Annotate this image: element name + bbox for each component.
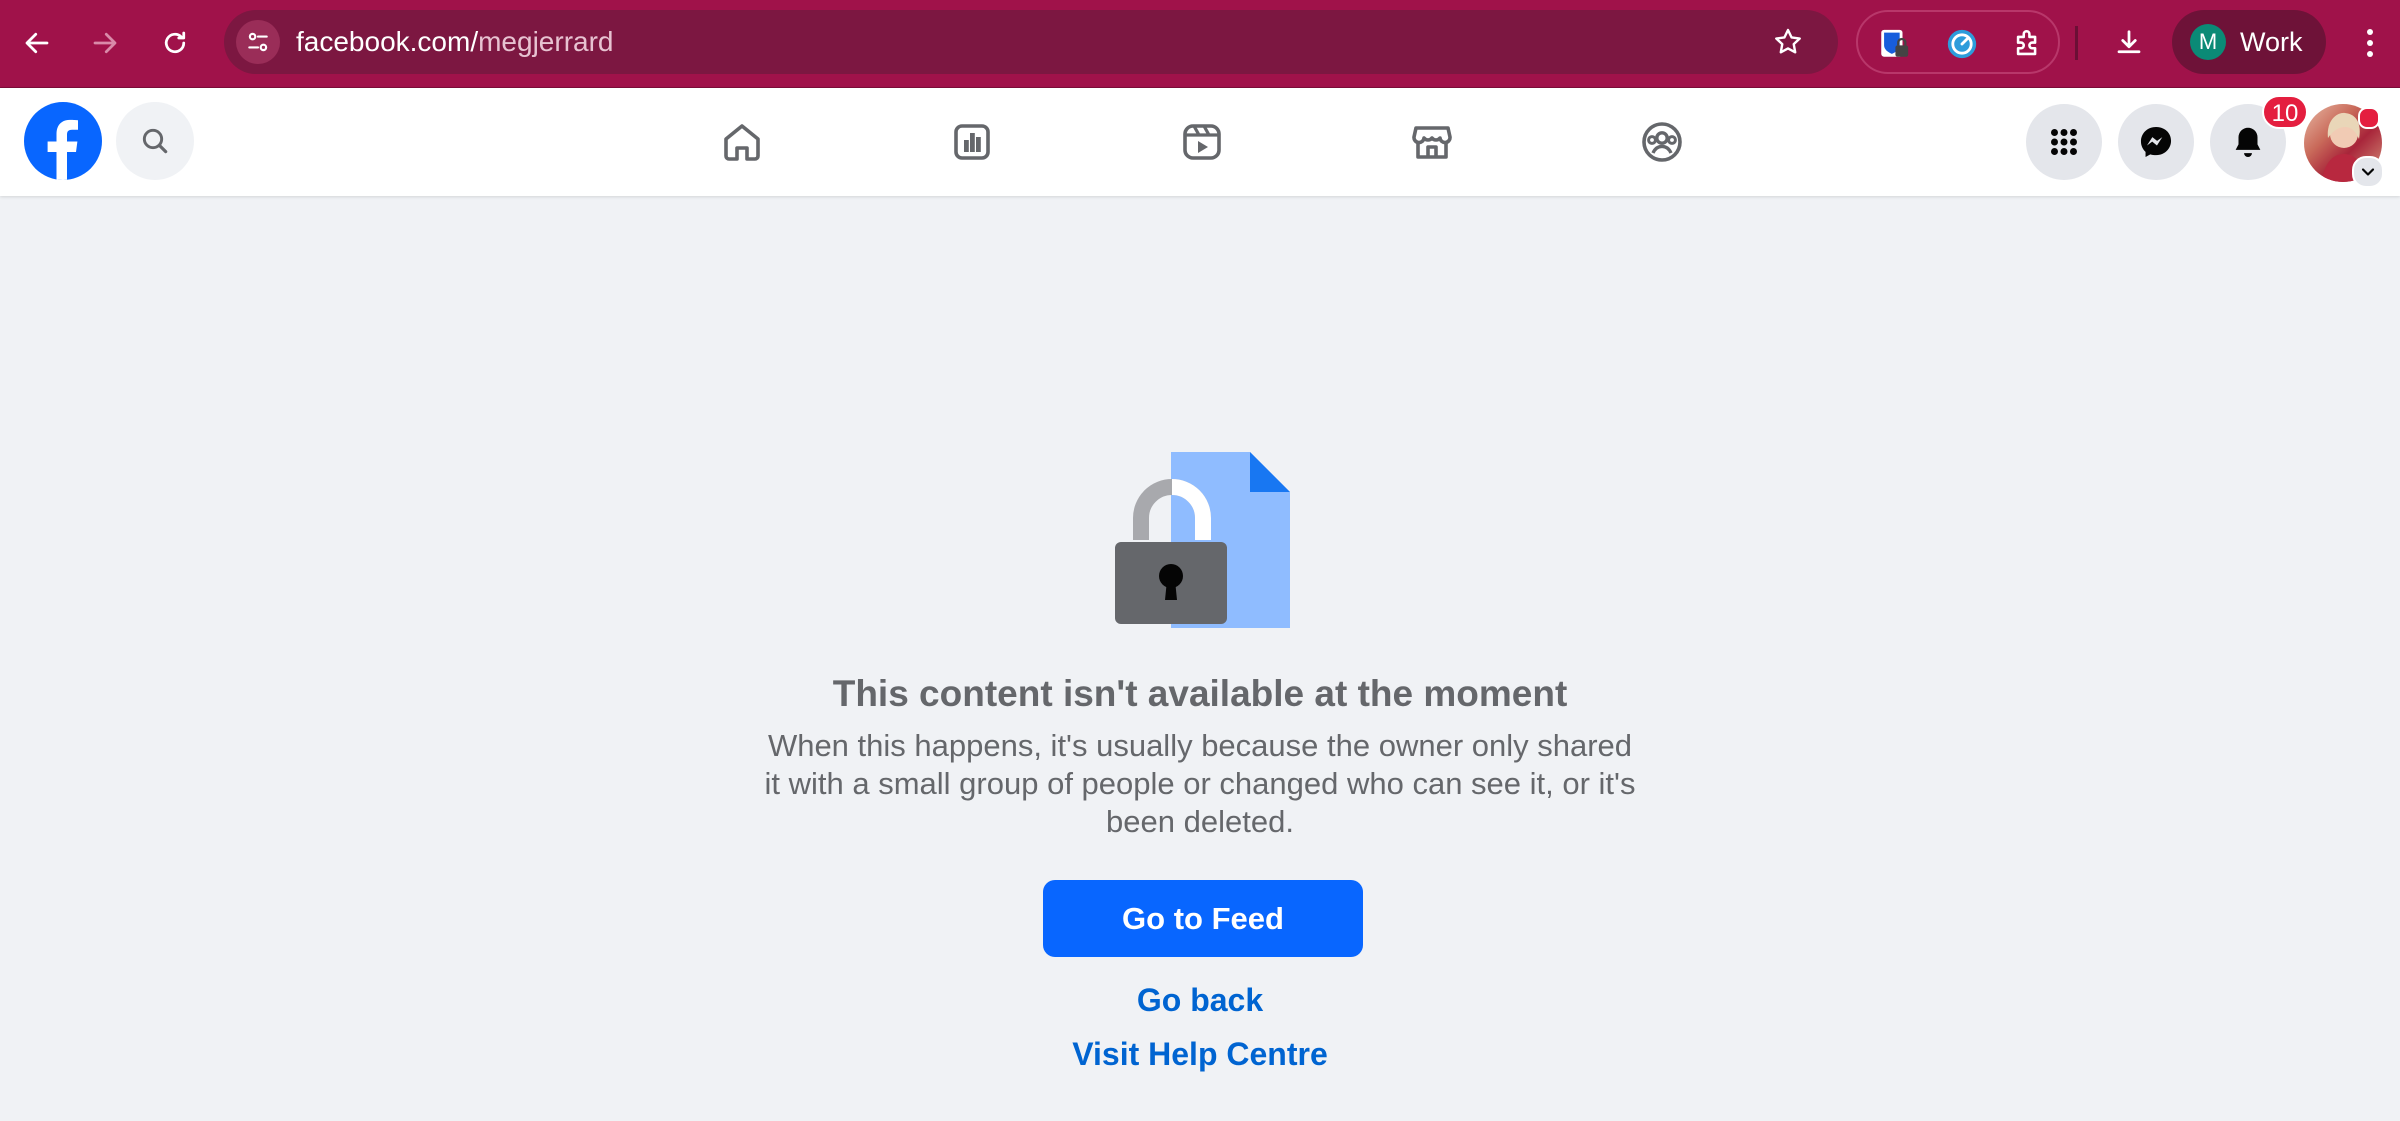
extensions-group [1856,10,2060,74]
help-centre-link[interactable]: Visit Help Centre [900,1034,1500,1074]
nav-dashboard[interactable] [932,108,1012,176]
browser-profile-button[interactable]: M Work [2172,10,2326,74]
groups-icon [1642,122,1682,162]
home-icon [724,124,760,161]
nav-home[interactable] [702,108,782,176]
error-description: When this happens, it's usually because … [764,728,1636,839]
chevron-down-icon[interactable] [2352,156,2384,188]
profile-avatar: M [2190,24,2226,60]
speed-extension-icon[interactable] [1942,24,1982,64]
search-button[interactable] [116,102,194,180]
site-settings-icon[interactable] [236,20,280,64]
search-icon [142,128,168,154]
downloads-button[interactable] [2106,20,2152,66]
profile-label: Work [2240,27,2303,57]
arrow-left-icon [25,32,49,54]
marketplace-icon [1412,126,1452,159]
browser-toolbar: facebook.com/megjerrard M Work [0,0,2400,88]
url-path: megjerrard [478,26,614,57]
facebook-logo-icon[interactable] [24,102,102,180]
go-to-feed-button[interactable]: Go to Feed [1043,880,1363,957]
dashboard-icon [954,124,990,160]
arrow-right-icon [93,32,117,54]
messenger-icon [2140,126,2172,158]
bell-icon [2235,127,2261,158]
notification-count-badge: 10 [2262,95,2308,129]
reload-icon [164,31,186,54]
nav-groups[interactable] [1622,108,1702,176]
url-domain: facebook.com/ [296,26,479,57]
forward-button[interactable] [82,20,128,66]
menu-button[interactable] [2026,104,2102,180]
bookmark-star-icon[interactable] [1770,24,1806,60]
url-text[interactable]: facebook.com/megjerrard [296,26,614,58]
nav-video[interactable] [1162,108,1242,176]
address-bar[interactable]: facebook.com/megjerrard [224,10,1838,74]
facebook-header [0,88,2400,196]
error-title: This content isn't available at the mome… [832,673,1568,714]
extensions-puzzle-icon[interactable] [2008,24,2048,64]
avatar-status-dot [2358,107,2380,129]
grid-menu-icon [2051,129,2077,155]
password-manager-extension-icon[interactable] [1874,24,1914,64]
messenger-button[interactable] [2118,104,2194,180]
reload-button[interactable] [152,20,198,66]
locked-content-icon [1115,452,1290,628]
browser-menu-icon[interactable] [2350,20,2390,66]
go-back-link[interactable]: Go back [900,980,1500,1020]
nav-marketplace[interactable] [1392,108,1472,176]
video-icon [1183,124,1221,160]
back-button[interactable] [14,20,60,66]
download-icon [2117,30,2141,54]
toolbar-separator [2075,26,2078,60]
